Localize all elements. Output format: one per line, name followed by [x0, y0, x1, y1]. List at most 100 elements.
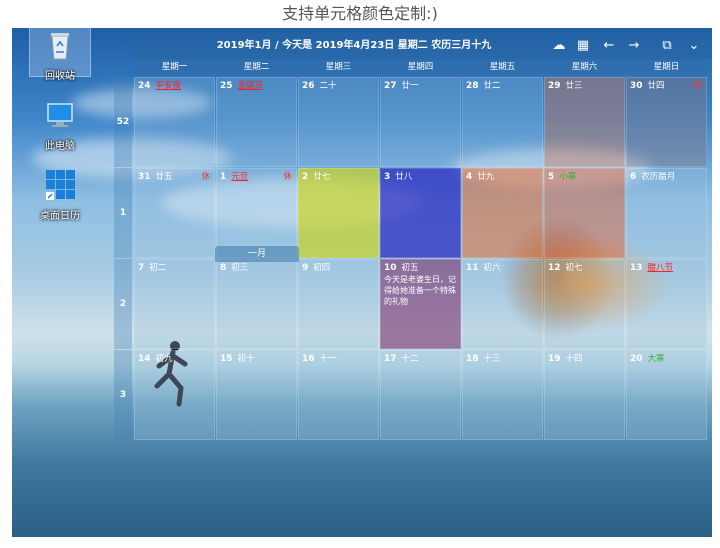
weekday-header-cell: 星期五 — [462, 60, 543, 75]
day-number: 12 初七 — [548, 263, 583, 273]
lunar-label: 十三 — [483, 354, 501, 364]
lunar-label: 初三 — [231, 263, 249, 273]
calendar-day-cell[interactable]: 26 二十 — [298, 77, 379, 167]
calendar-day-cell[interactable]: 13 腊八节 — [626, 259, 707, 349]
calendar-widget: 2019年1月 / 今天是 2019年4月23日 星期二 农历三月十九 ☁ ▦ … — [114, 33, 712, 537]
this-pc-shortcut[interactable]: 此电脑 — [30, 98, 90, 152]
lunar-label: 廿一 — [401, 81, 419, 91]
calendar-day-cell[interactable]: 15 初十 — [216, 350, 297, 440]
lunar-label: 初六 — [483, 263, 501, 273]
calendar-day-cell[interactable]: 7 初二 — [134, 259, 215, 349]
lunar-label: 廿四 — [647, 81, 665, 91]
display-icon[interactable]: ⧉ — [658, 38, 676, 54]
day-number: 18 十三 — [466, 354, 501, 364]
calendar-day-cell[interactable]: 4 廿九 — [462, 168, 543, 258]
computer-icon — [47, 103, 73, 127]
day-note: 今天是老婆生日，记得给她准备一个特殊的礼物 — [384, 275, 456, 306]
day-number: 31 廿五 — [138, 172, 173, 182]
lunar-label: 廿九 — [477, 172, 495, 182]
day-number: 9 初四 — [302, 263, 331, 273]
calendar-day-cell[interactable]: 20 大寒 — [626, 350, 707, 440]
lunar-label: 十一 — [319, 354, 337, 364]
day-number: 17 十二 — [384, 354, 419, 364]
calendar-day-cell[interactable]: 6 农历腊月 — [626, 168, 707, 258]
lunar-label: 腊八节 — [647, 263, 674, 273]
calendar-day-cell[interactable]: 9 初四 — [298, 259, 379, 349]
weekday-header: 星期一 星期二 星期三 星期四 星期五 星期六 星期日 — [134, 60, 712, 75]
lunar-label: 大寒 — [647, 354, 665, 364]
calendar-day-cell[interactable]: 8 初三 — [216, 259, 297, 349]
lunar-label: 圣诞节 — [237, 81, 264, 91]
rest-day-badge: 休 — [283, 172, 292, 182]
lunar-label: 廿五 — [155, 172, 173, 182]
day-number: 2 廿七 — [302, 172, 331, 182]
day-number: 19 十四 — [548, 354, 583, 364]
calendar-day-cell[interactable]: 10 初五今天是老婆生日，记得给她准备一个特殊的礼物 — [380, 259, 461, 349]
calendar-day-cell[interactable]: 31 廿五 休 — [134, 168, 215, 258]
day-number: 25 圣诞节 — [220, 81, 264, 91]
calendar-day-cell[interactable]: 17 十二 — [380, 350, 461, 440]
calendar-day-cell[interactable]: 2 廿七 — [298, 168, 379, 258]
calendar-day-cell[interactable]: 18 十三 — [462, 350, 543, 440]
calendar-day-cell[interactable]: 19 十四 — [544, 350, 625, 440]
day-number: 7 初二 — [138, 263, 167, 273]
weekday-header-cell: 星期六 — [544, 60, 625, 75]
arrow-left-icon[interactable]: ← — [600, 38, 618, 54]
page-caption: 支持单元格颜色定制:) — [282, 4, 438, 23]
day-number: 20 大寒 — [630, 354, 665, 364]
lunar-label: 农历腊月 — [641, 172, 676, 182]
recycle-bin-icon — [51, 33, 69, 60]
lunar-label: 初九 — [155, 354, 173, 364]
calendar-day-cell[interactable]: 11 初六 — [462, 259, 543, 349]
desktop-calendar-label: 桌面日历 — [40, 211, 80, 222]
calendar-day-cell[interactable]: 24 平安夜 — [134, 77, 215, 167]
calendar-icon[interactable]: ▦ — [574, 38, 592, 54]
week-number: 2 — [114, 259, 132, 349]
calendar-day-cell[interactable]: 29 廿三 — [544, 77, 625, 167]
weekday-header-cell: 星期一 — [134, 60, 215, 75]
desktop-calendar-shortcut[interactable]: 桌面日历 — [30, 168, 90, 222]
desktop-calendar-icon — [46, 170, 75, 200]
weekday-header-cell: 星期三 — [298, 60, 379, 75]
calendar-day-cell[interactable]: 16 十一 — [298, 350, 379, 440]
lunar-label: 初十 — [237, 354, 255, 364]
day-number: 24 平安夜 — [138, 81, 182, 91]
calendar-day-cell[interactable]: 1 元旦 休 — [216, 168, 297, 258]
lunar-label: 初七 — [565, 263, 583, 273]
calendar-day-cell[interactable]: 30 廿四 休 — [626, 77, 707, 167]
calendar-day-cell[interactable]: 27 廿一 — [380, 77, 461, 167]
lunar-label: 十四 — [565, 354, 583, 364]
lunar-label: 廿八 — [395, 172, 413, 182]
calendar-day-cell[interactable]: 25 圣诞节 — [216, 77, 297, 167]
calendar-day-cell[interactable]: 14 初九 — [134, 350, 215, 440]
day-number: 10 初五 — [384, 263, 419, 273]
calendar-day-cell[interactable]: 3 廿八 — [380, 168, 461, 258]
calendar-day-cell[interactable]: 5 小寒 — [544, 168, 625, 258]
calendar-day-cell[interactable]: 12 初七 — [544, 259, 625, 349]
weekday-header-cell: 星期二 — [216, 60, 297, 75]
lunar-label: 二十 — [319, 81, 337, 91]
arrow-right-icon[interactable]: → — [625, 38, 643, 54]
day-number: 13 腊八节 — [630, 263, 674, 273]
week-number: 52 — [114, 77, 132, 167]
lunar-label: 初五 — [401, 263, 419, 273]
lunar-label: 廿三 — [565, 81, 583, 91]
weekday-header-cell: 星期四 — [380, 60, 461, 75]
day-number: 15 初十 — [220, 354, 255, 364]
day-number: 8 初三 — [220, 263, 249, 273]
calendar-toolbar: 2019年1月 / 今天是 2019年4月23日 星期二 农历三月十九 ☁ ▦ … — [134, 33, 712, 59]
day-number: 6 农历腊月 — [630, 172, 676, 182]
week-number: 1 — [114, 168, 132, 258]
calendar-day-cell[interactable]: 28 廿二 — [462, 77, 543, 167]
cloud-sync-icon[interactable]: ☁ — [550, 38, 568, 54]
lunar-label: 小寒 — [559, 172, 577, 182]
lunar-label: 廿二 — [483, 81, 501, 91]
lunar-label: 十二 — [401, 354, 419, 364]
recycle-bin-shortcut[interactable]: 回收站 — [29, 28, 91, 82]
day-number: 26 二十 — [302, 81, 337, 91]
chevron-down-icon[interactable]: ⌄ — [685, 38, 703, 54]
lunar-label: 平安夜 — [155, 81, 182, 91]
day-number: 30 廿四 — [630, 81, 665, 91]
lunar-label: 廿七 — [313, 172, 331, 182]
rest-day-badge: 休 — [693, 81, 702, 91]
